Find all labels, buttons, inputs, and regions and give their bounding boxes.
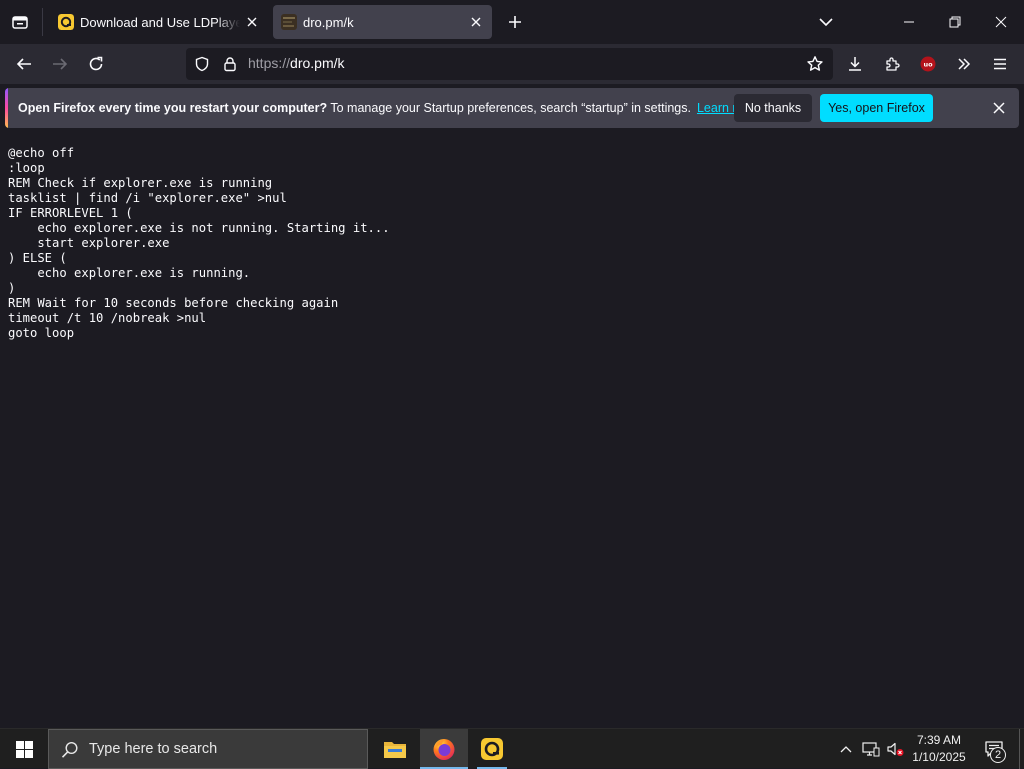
svg-text:uo: uo [923,61,933,69]
taskbar-ldplayer[interactable] [468,729,516,769]
notification-message: Open Firefox every time you restart your… [18,101,761,115]
app-menu-button[interactable] [984,48,1016,80]
puzzle-icon [885,56,900,71]
batch-script-text: @echo off :loop REM Check if explorer.ex… [8,146,390,340]
search-placeholder: Type here to search [89,741,218,757]
notification-bold-text: Open Firefox every time you restart your… [18,101,328,115]
close-icon [993,102,1005,114]
startup-notification-bar: Open Firefox every time you restart your… [5,88,1019,128]
new-tab-button[interactable] [500,6,530,38]
show-desktop-button[interactable] [1019,729,1020,769]
download-icon [849,57,861,71]
minimize-button[interactable] [886,0,932,44]
minimize-icon [904,21,914,23]
url-text[interactable]: https://dro.pm/k [248,55,345,71]
yes-open-firefox-button[interactable]: Yes, open Firefox [820,94,933,122]
restore-icon [949,16,961,28]
shield-icon[interactable] [194,56,210,72]
network-icon [862,742,880,757]
start-button[interactable] [0,729,48,769]
tab-title: dro.pm/k [303,14,354,30]
forward-arrow-icon [53,58,68,70]
reload-button[interactable] [80,48,112,80]
forward-button[interactable] [44,48,76,80]
ublock-icon: uo [920,56,936,72]
hamburger-menu-icon [994,58,1006,70]
volume-muted-icon [887,742,904,756]
page-content: @echo off :loop REM Check if explorer.ex… [0,132,1024,728]
navigation-toolbar: https://dro.pm/k uo [0,44,1024,84]
tab-dro-pm[interactable]: dro.pm/k [273,5,492,39]
star-icon [807,56,823,71]
address-bar[interactable]: https://dro.pm/k [186,48,833,80]
notification-text: To manage your Startup preferences, sear… [327,101,691,115]
tab-separator [42,8,43,36]
url-host: dro.pm/k [290,55,345,71]
tab-close-button[interactable] [240,10,264,34]
close-icon [247,17,257,27]
extensions-button[interactable] [876,48,908,80]
tab-title: Download and Use LDPlayer on [80,14,240,30]
notification-count-badge: 2 [990,747,1006,763]
chevron-up-icon [840,746,852,753]
clock-date: 1/10/2025 [912,750,966,764]
chevron-down-icon [819,18,833,27]
notification-close-button[interactable] [987,96,1011,120]
ldplayer-icon [481,738,503,760]
downloads-button[interactable] [839,48,871,80]
chevron-double-right-icon [958,58,971,70]
reload-icon [89,56,103,71]
file-explorer-icon [384,742,406,758]
no-thanks-button[interactable]: No thanks [734,94,812,122]
ublock-extension-button[interactable]: uo [912,48,944,80]
plus-icon [509,16,521,28]
lock-icon[interactable] [222,56,238,72]
tab-strip: Download and Use LDPlayer on dro.pm/k [0,0,1024,44]
taskbar-search-box[interactable]: Type here to search [48,729,368,769]
show-hidden-icons-button[interactable] [836,729,856,769]
back-button[interactable] [8,48,40,80]
notification-accent [5,88,8,128]
tab-close-button[interactable] [464,10,488,34]
taskbar-file-explorer[interactable] [371,729,419,769]
url-scheme: https:// [248,55,291,71]
ldplayer-icon [58,14,74,30]
network-status[interactable] [860,729,882,769]
more-tools-button[interactable] [948,48,980,80]
firefox-view-icon [12,16,28,29]
volume-status[interactable] [884,729,906,769]
tab-ldplayer[interactable]: Download and Use LDPlayer on [50,5,268,39]
windows-taskbar: Type here to search 7:39 AM 1/10/2025 2 [0,728,1024,769]
close-icon [471,17,481,27]
close-window-button[interactable] [978,0,1024,44]
list-all-tabs-button[interactable] [810,6,842,38]
clock-time: 7:39 AM [916,733,962,747]
taskbar-firefox[interactable] [420,729,468,769]
back-arrow-icon [16,58,31,70]
windows-logo-icon [15,740,33,758]
firefox-icon [433,739,455,760]
system-clock[interactable]: 7:39 AM 1/10/2025 [904,732,974,766]
close-icon [995,16,1007,28]
restore-button[interactable] [932,0,978,44]
bookmark-star-button[interactable] [803,52,827,76]
firefox-view-button[interactable] [4,6,36,38]
site-thumbnail-icon [281,14,297,30]
search-icon [61,741,78,758]
